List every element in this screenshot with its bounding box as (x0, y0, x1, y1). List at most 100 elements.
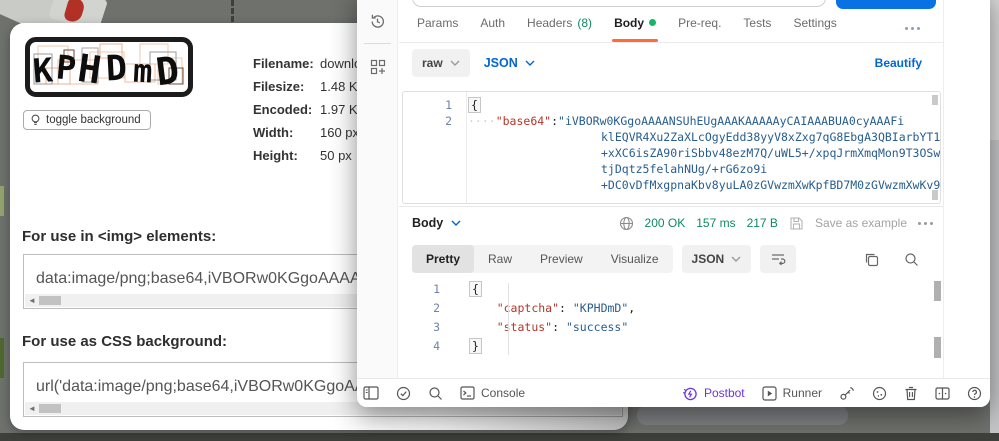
response-body-dropdown[interactable]: Body (412, 216, 461, 230)
svg-text:K: K (32, 50, 55, 90)
field-label: Height: (253, 148, 320, 163)
wrapped-value-line: +xXC6isZA90riSbbv48ezM7Q/uWL5+/xpqJrmXmq… (468, 145, 930, 161)
line-number: 4 (402, 337, 454, 356)
response-scrollbar-thumb[interactable] (934, 281, 941, 301)
response-time[interactable]: 157 ms (696, 216, 735, 230)
editor-scrollbar-thumb[interactable] (932, 95, 938, 105)
headers-count-badge: (8) (577, 16, 592, 30)
view-segmented-control: Pretty Raw Preview Visualize (412, 245, 673, 273)
json-line: "captcha": "KPHDmD", (454, 299, 635, 318)
line-number: 3 (402, 318, 454, 337)
background-element (637, 406, 848, 425)
scroll-left-arrow-icon[interactable]: ◄ (25, 402, 39, 415)
captcha-noise-graphic: K P H D m D (30, 42, 188, 92)
response-header: Body 200 OK 157 ms 217 B Save as example (412, 212, 933, 234)
tabs-divider (399, 42, 943, 43)
editor-code[interactable]: { ····"base64":"iVBORw0KGgoAAAANSUhEUgAA… (468, 97, 930, 193)
trash-icon[interactable] (904, 386, 918, 401)
response-more-menu-icon[interactable] (918, 222, 933, 225)
request-body-editor[interactable]: 1 2 { ····"base64":"iVBORw0KGgoAAAANSUhE… (402, 91, 941, 204)
view-tab-preview[interactable]: Preview (526, 245, 597, 273)
copy-icon[interactable] (864, 252, 879, 267)
save-as-example-button[interactable]: Save as example (815, 216, 907, 230)
field-label: Filename: (253, 56, 320, 71)
request-tabs: Params Auth Headers (8) Body Pre-req. Te… (417, 16, 837, 42)
svg-text:P: P (55, 47, 78, 88)
beautify-link[interactable]: Beautify (875, 56, 922, 70)
editor-line-numbers: 1 2 (403, 92, 467, 203)
wrapped-value-line: klEQVR4Xu2ZaXLcOgyEdd38yyV8xZxg7qG8EbgA3… (468, 129, 930, 145)
field-value: 160 px (320, 125, 359, 140)
runner-play-icon (762, 386, 777, 401)
scrollbar-thumb[interactable] (39, 404, 61, 413)
search-icon[interactable] (904, 252, 919, 267)
blocks-button[interactable] (357, 59, 398, 75)
response-size[interactable]: 217 B (747, 216, 778, 230)
response-body-viewer[interactable]: 1 { 2 "captcha": "KPHDmD", 3 "status": "… (402, 280, 941, 372)
tab-settings[interactable]: Settings (793, 16, 836, 42)
save-icon (789, 216, 804, 231)
indent-dots: ···· (468, 114, 496, 128)
tab-auth[interactable]: Auth (480, 16, 505, 42)
runner-button[interactable]: Runner (762, 386, 822, 401)
tab-pre-request[interactable]: Pre-req. (678, 16, 721, 42)
split-panes-icon[interactable] (935, 386, 950, 401)
response-language-dropdown[interactable]: JSON (682, 245, 752, 273)
status-badge[interactable]: 200 OK (645, 216, 686, 230)
json-value: "iVBORw0KGgoAAAANSUhEUgAAAKAAAAAyCAIAAAB… (558, 114, 904, 128)
request-response-divider[interactable] (399, 206, 943, 207)
tab-tests[interactable]: Tests (743, 16, 771, 42)
body-mode-row: raw JSON (412, 49, 535, 77)
console-button[interactable]: Console (460, 386, 525, 400)
scrollbar-thumb[interactable] (39, 296, 61, 305)
vault-key-icon[interactable] (839, 386, 855, 401)
body-modified-dot (649, 19, 656, 26)
postbot-button[interactable]: Postbot (682, 386, 745, 401)
svg-text:D: D (154, 48, 182, 92)
request-url-input[interactable] (412, 0, 826, 7)
search-icon[interactable] (428, 386, 443, 401)
chevron-down-icon (731, 256, 741, 262)
view-tab-visualize[interactable]: Visualize (597, 245, 673, 273)
wrap-lines-button[interactable] (760, 245, 796, 273)
img-data-uri-value[interactable]: data:image/png;base64,iVBORw0KGgoAAAANSU… (36, 270, 403, 288)
language-dropdown[interactable]: JSON (484, 56, 535, 70)
field-value: downlo (320, 56, 361, 71)
status-bar: Console Postbot Runner (357, 378, 990, 407)
editor-scrollbar-thumb[interactable] (932, 190, 938, 200)
cookie-icon[interactable] (872, 386, 887, 401)
postbot-icon (682, 386, 698, 401)
background-window-edge (990, 140, 999, 433)
check-circle-icon[interactable] (396, 386, 411, 401)
history-button[interactable] (357, 13, 398, 30)
request-more-menu-icon[interactable] (905, 27, 920, 30)
body-mode-dropdown[interactable]: raw (412, 49, 470, 77)
scroll-left-arrow-icon[interactable]: ◄ (25, 294, 39, 307)
grid-add-icon (370, 59, 386, 75)
chevron-down-icon (525, 60, 535, 66)
field-value: 1.48 K (320, 79, 358, 94)
json-key: "base64" (496, 114, 551, 128)
wrapped-value-line: +DC0vDfMxgpnaKbv8yuLA0zGVwzmXwKpfBD7M0zG… (468, 177, 930, 193)
history-clock-icon (369, 13, 386, 30)
globe-icon[interactable] (619, 216, 634, 231)
wrap-text-icon (770, 252, 786, 266)
right-sidebar-pane (943, 0, 990, 378)
tab-body[interactable]: Body (614, 16, 656, 42)
view-tab-raw[interactable]: Raw (474, 245, 526, 273)
tab-headers[interactable]: Headers (8) (527, 16, 592, 42)
css-usage-heading: For use as CSS background: (22, 333, 227, 350)
toggle-background-button[interactable]: toggle background (23, 110, 151, 130)
sidebar-toggle-icon[interactable] (363, 386, 379, 400)
tab-params[interactable]: Params (417, 16, 458, 42)
left-icon-rail (357, 0, 398, 378)
view-tab-pretty[interactable]: Pretty (412, 245, 474, 273)
css-data-uri-value[interactable]: url('data:image/png;base64,iVBORw0KGgoAA… (36, 378, 409, 396)
open-brace: { (469, 281, 482, 297)
captcha-image: K P H D m D (25, 37, 193, 97)
help-icon[interactable] (967, 386, 982, 401)
send-button[interactable] (836, 0, 936, 9)
line-number: 2 (402, 299, 454, 318)
json-line: "status": "success" (454, 318, 628, 337)
response-scrollbar-thumb[interactable] (934, 337, 941, 358)
